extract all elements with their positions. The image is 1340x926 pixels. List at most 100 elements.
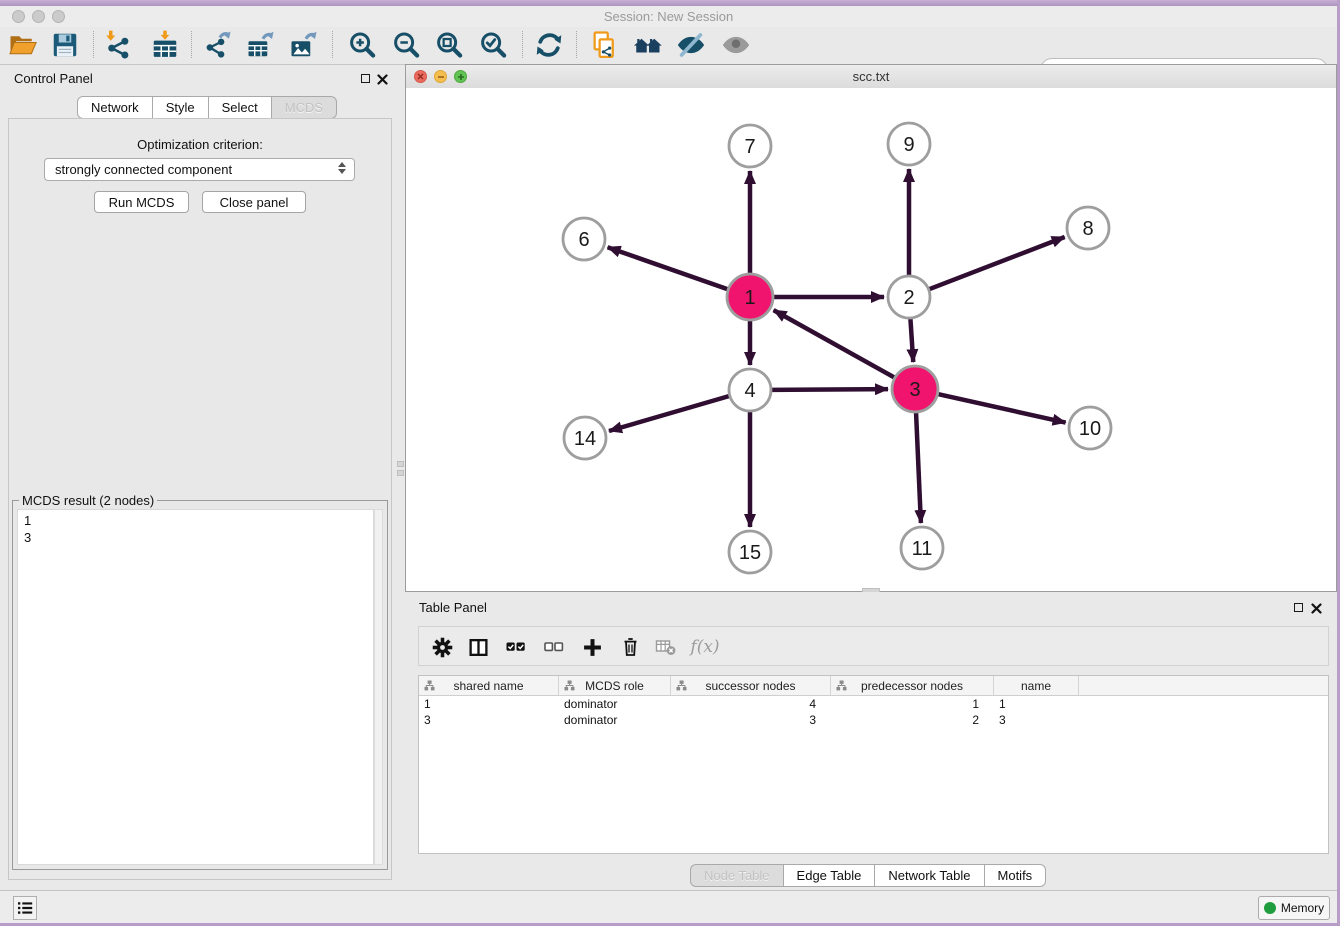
run-mcds-button[interactable]: Run MCDS [94, 191, 189, 213]
zoom-out-icon[interactable] [390, 30, 422, 60]
table-body: 1dominator4113dominator323 [419, 696, 1328, 728]
table-cell[interactable]: 1 [419, 696, 559, 712]
control-panel-tabs: NetworkStyleSelectMCDS [77, 96, 337, 119]
optimization-criterion-label: Optimization criterion: [0, 137, 400, 152]
toolbar-separator [191, 31, 192, 58]
toolbar-separator [332, 31, 333, 58]
result-scrollbar[interactable] [374, 509, 383, 865]
network-canvas[interactable]: 1234678910111415 [406, 88, 1336, 591]
tab-network[interactable]: Network [77, 96, 153, 119]
add-row-icon[interactable] [579, 635, 605, 659]
first-neighbors-icon[interactable] [632, 30, 664, 60]
memory-status-icon [1264, 902, 1276, 914]
refresh-view-icon[interactable] [533, 30, 565, 60]
network-window-title: scc.txt [406, 69, 1336, 84]
hide-selected-eye-icon[interactable] [675, 30, 707, 60]
graph-node-label: 14 [574, 428, 596, 450]
graph-edge-2-3[interactable] [910, 319, 913, 362]
graph-edge-2-8[interactable] [930, 237, 1065, 289]
table-cell[interactable]: 1 [994, 696, 1079, 712]
table-cell[interactable]: dominator [559, 712, 671, 728]
zoom-selected-icon[interactable] [477, 30, 509, 60]
network-clipboard-icon[interactable] [588, 30, 620, 60]
fx-label: f(x) [690, 637, 719, 657]
table-cell[interactable]: dominator [559, 696, 671, 712]
select-all-checkboxes-icon[interactable] [503, 635, 529, 659]
tab-mcds[interactable]: MCDS [271, 96, 337, 119]
show-all-eye-icon[interactable] [720, 30, 752, 60]
graph-edge-3-11[interactable] [916, 413, 921, 523]
mcds-result-line: 1 [24, 512, 373, 529]
graph-node-label: 2 [903, 287, 914, 309]
column-sitemap-icon [676, 680, 687, 694]
network-window-titlebar[interactable]: scc.txt [406, 65, 1336, 89]
desktop-edge [0, 0, 1340, 6]
tab-select[interactable]: Select [208, 96, 272, 119]
function-builder-icon[interactable]: f(x) [687, 635, 723, 659]
tab-motifs[interactable]: Motifs [984, 864, 1047, 887]
column-header-shared-name[interactable]: shared name [419, 676, 559, 695]
table-panel: Table Panel [405, 592, 1337, 889]
graph-edge-4-14[interactable] [609, 396, 729, 431]
main-toolbar [0, 27, 1337, 65]
export-table-icon[interactable] [245, 30, 277, 60]
export-network-icon[interactable] [202, 30, 234, 60]
table-cell[interactable]: 4 [671, 696, 831, 712]
zoom-fit-icon[interactable] [433, 30, 465, 60]
tab-style[interactable]: Style [152, 96, 209, 119]
table-row[interactable]: 3dominator323 [419, 712, 1328, 728]
table-cell[interactable]: 1 [831, 696, 994, 712]
toolbar-separator [576, 31, 577, 58]
settings-gear-icon[interactable] [429, 635, 455, 659]
mcds-result-textarea[interactable]: 13 [17, 509, 374, 865]
table-panel-close-icon[interactable] [1311, 601, 1322, 619]
column-header-name[interactable]: name [994, 676, 1079, 695]
control-panel-close-icon[interactable] [377, 72, 388, 90]
export-image-icon[interactable] [288, 30, 320, 60]
table-cell[interactable]: 2 [831, 712, 994, 728]
column-header-predecessor-nodes[interactable]: predecessor nodes [831, 676, 994, 695]
graph-node-label: 10 [1079, 418, 1101, 440]
import-table-icon[interactable] [149, 30, 181, 60]
tab-network-table[interactable]: Network Table [874, 864, 984, 887]
table-cell[interactable]: 3 [671, 712, 831, 728]
mac-titlebar: Session: New Session [0, 6, 1337, 28]
vertical-splitter-handle[interactable] [397, 455, 404, 481]
optimization-criterion-dropdown[interactable]: strongly connected component [44, 158, 355, 181]
memory-button[interactable]: Memory [1258, 896, 1330, 920]
column-label: name [1021, 679, 1051, 693]
toolbar-separator [522, 31, 523, 58]
tab-edge-table[interactable]: Edge Table [783, 864, 876, 887]
save-session-icon[interactable] [49, 30, 81, 60]
column-header-MCDS-role[interactable]: MCDS role [559, 676, 671, 695]
graph-node-label: 11 [912, 538, 933, 560]
column-sitemap-icon [424, 680, 435, 694]
import-network-icon[interactable] [102, 30, 134, 60]
graph-edge-3-1[interactable] [774, 310, 894, 377]
close-panel-button[interactable]: Close panel [202, 191, 306, 213]
app-title: Session: New Session [0, 9, 1337, 24]
table-panel-float-icon[interactable] [1294, 603, 1303, 612]
deselect-all-checkboxes-icon[interactable] [541, 635, 567, 659]
table-cell[interactable]: 3 [419, 712, 559, 728]
mcds-result-title: MCDS result (2 nodes) [19, 493, 157, 508]
column-header-successor-nodes[interactable]: successor nodes [671, 676, 831, 695]
graph-node-label: 1 [744, 287, 755, 309]
control-panel-float-icon[interactable] [361, 74, 370, 83]
graph-edge-3-10[interactable] [938, 394, 1065, 422]
tab-node-table[interactable]: Node Table [690, 864, 784, 887]
status-bar: Memory [0, 890, 1340, 923]
graph-edge-1-6[interactable] [608, 247, 728, 289]
graph-node-label: 8 [1082, 218, 1093, 240]
graph-node-label: 9 [903, 134, 914, 156]
delete-table-icon[interactable] [653, 635, 679, 659]
table-row[interactable]: 1dominator411 [419, 696, 1328, 712]
show-columns-icon[interactable] [465, 635, 491, 659]
graph-node-label: 7 [744, 136, 755, 158]
open-session-icon[interactable] [7, 30, 39, 60]
task-history-button[interactable] [13, 896, 37, 920]
graph-edge-4-3[interactable] [772, 389, 888, 390]
table-cell[interactable]: 3 [994, 712, 1079, 728]
zoom-in-icon[interactable] [346, 30, 378, 60]
delete-rows-trash-icon[interactable] [617, 635, 643, 659]
